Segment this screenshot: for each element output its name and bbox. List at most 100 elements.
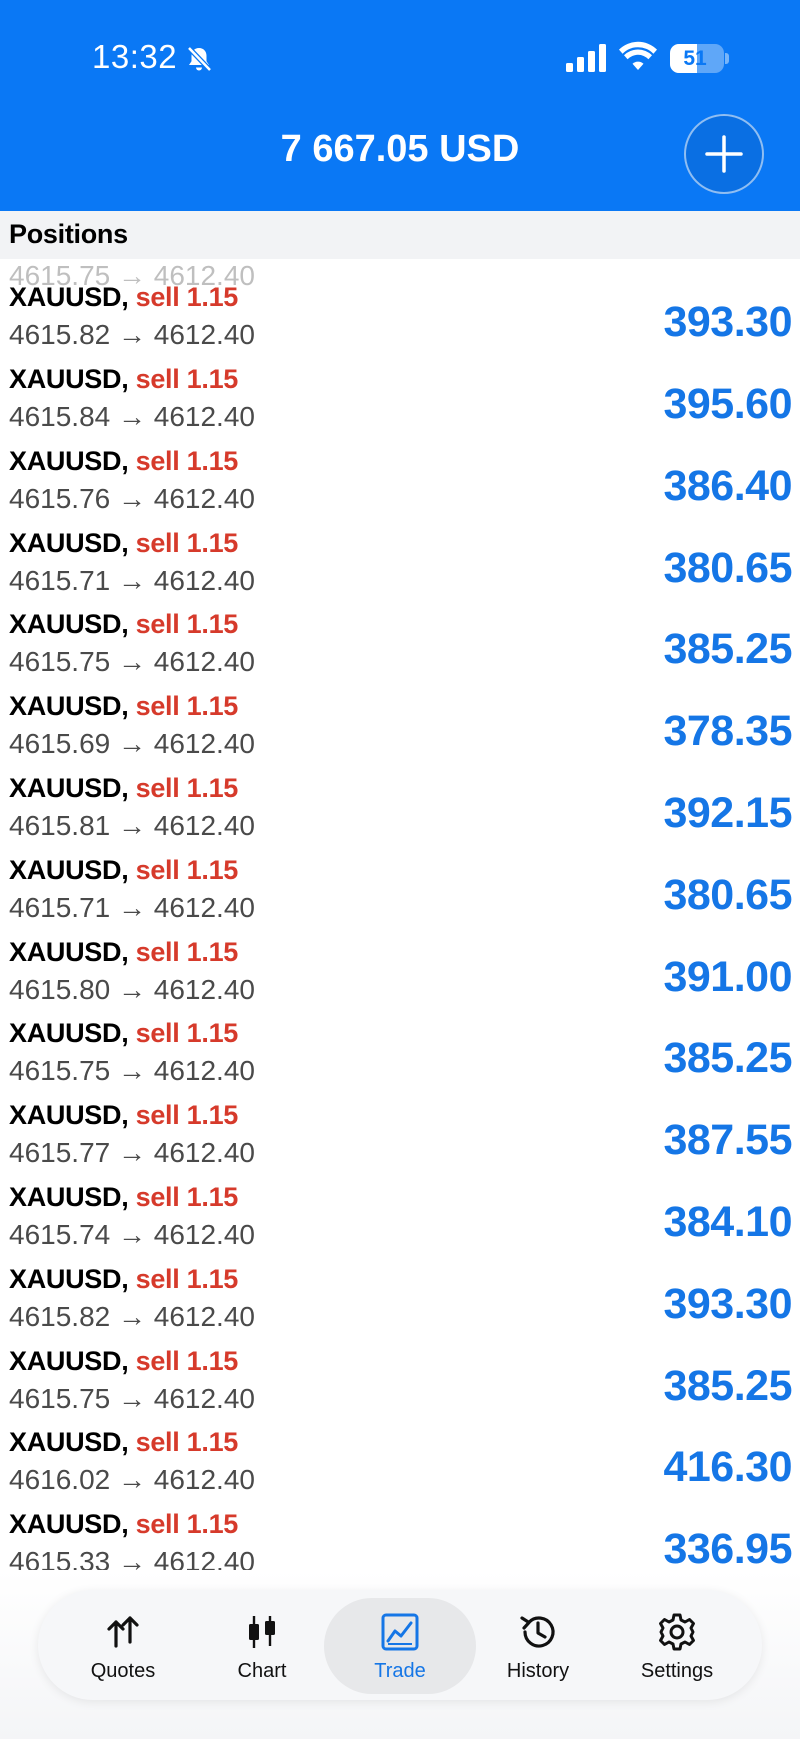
position-profit: 385.25	[663, 625, 792, 673]
position-profit: 393.30	[663, 1280, 792, 1328]
position-side-volume: sell 1.15	[135, 937, 239, 967]
position-side-volume: sell 1.15	[135, 446, 239, 476]
position-row[interactable]: XAUUSD, sell 1.15 4615.71 → 4612.40 380.…	[0, 528, 800, 610]
position-profit: 380.65	[663, 871, 792, 919]
position-side-volume: sell 1.15	[135, 1100, 239, 1130]
positions-list[interactable]: 4615.75 → 4612.40 XAUUSD, sell 1.15 4615…	[0, 203, 800, 1588]
add-order-button[interactable]	[684, 114, 764, 194]
tab-label: Chart	[237, 1660, 287, 1682]
position-side-volume: sell 1.15	[135, 1182, 239, 1212]
position-profit: 380.65	[663, 544, 792, 592]
position-prices: 4615.71 → 4612.40	[9, 892, 255, 923]
position-prices: 4615.74 → 4612.40	[9, 1219, 255, 1250]
tab-settings[interactable]: Settings	[601, 1598, 753, 1694]
status-time: 13:32	[92, 38, 178, 75]
position-side-volume: sell 1.15	[135, 528, 239, 558]
position-profit: 385.25	[663, 1034, 792, 1082]
position-row[interactable]: XAUUSD, sell 1.15 4615.75 → 4612.40 385.…	[0, 1018, 800, 1100]
tab-label: History	[506, 1660, 570, 1682]
position-side-volume: sell 1.15	[135, 609, 239, 639]
plus-icon	[705, 135, 743, 173]
position-side-volume: sell 1.15	[135, 1346, 239, 1376]
position-profit: 378.35	[663, 707, 792, 755]
position-row[interactable]: XAUUSD, sell 1.15 4615.77 → 4612.40 387.…	[0, 1100, 800, 1182]
tab-history[interactable]: History	[462, 1598, 614, 1694]
position-prices: 4615.80 → 4612.40	[9, 974, 255, 1005]
position-prices: 4615.82 → 4612.40	[9, 1301, 255, 1332]
bottom-tab-bar: Quotes Chart Trade History Settings	[38, 1590, 762, 1700]
tab-quotes[interactable]: Quotes	[47, 1598, 199, 1694]
position-symbol: XAUUSD,	[9, 282, 129, 312]
position-row[interactable]: XAUUSD, sell 1.15 4615.75 → 4612.40 385.…	[0, 609, 800, 691]
position-row[interactable]: XAUUSD, sell 1.15 4615.74 → 4612.40 384.…	[0, 1182, 800, 1264]
position-profit: 391.00	[663, 953, 792, 1001]
position-row[interactable]: XAUUSD, sell 1.15 4615.82 → 4612.40 393.…	[0, 1264, 800, 1346]
position-row[interactable]: XAUUSD, sell 1.15 4615.75 → 4612.40 385.…	[0, 1346, 800, 1428]
position-row[interactable]: XAUUSD, sell 1.15 4615.69 → 4612.40 378.…	[0, 691, 800, 773]
position-symbol: XAUUSD,	[9, 1264, 129, 1294]
position-row[interactable]: XAUUSD, sell 1.15 4615.84 → 4612.40 395.…	[0, 364, 800, 446]
position-side-volume: sell 1.15	[135, 691, 239, 721]
gear-icon	[659, 1613, 695, 1651]
tab-chart[interactable]: Chart	[186, 1598, 338, 1694]
quotes-arrows-icon	[107, 1616, 139, 1648]
position-prices: 4615.71 → 4612.40	[9, 565, 255, 596]
position-profit: 416.30	[663, 1443, 792, 1491]
position-profit: 384.10	[663, 1198, 792, 1246]
positions-section-header: Positions	[0, 211, 800, 259]
position-profit: 385.25	[663, 1362, 792, 1410]
position-symbol: XAUUSD,	[9, 1509, 129, 1539]
position-row[interactable]: XAUUSD, sell 1.15 4615.82 → 4612.40 393.…	[0, 282, 800, 364]
position-side-volume: sell 1.15	[135, 1427, 239, 1457]
battery-percent: 51	[683, 47, 707, 70]
trade-chart-icon	[381, 1613, 419, 1651]
position-side-volume: sell 1.15	[135, 1264, 239, 1294]
position-side-volume: sell 1.15	[135, 364, 239, 394]
position-row[interactable]: XAUUSD, sell 1.15 4615.81 → 4612.40 392.…	[0, 773, 800, 855]
position-prices: 4615.75 → 4612.40	[9, 1055, 255, 1086]
position-profit: 395.60	[663, 380, 792, 428]
position-profit: 336.95	[663, 1525, 792, 1573]
position-symbol: XAUUSD,	[9, 1182, 129, 1212]
position-prices: 4615.76 → 4612.40	[9, 483, 255, 514]
position-prices: 4615.82 → 4612.40	[9, 319, 255, 350]
position-profit: 387.55	[663, 1116, 792, 1164]
position-prices: 4615.81 → 4612.40	[9, 810, 255, 841]
position-profit: 393.30	[663, 298, 792, 346]
position-side-volume: sell 1.15	[135, 1509, 239, 1539]
position-symbol: XAUUSD,	[9, 364, 129, 394]
position-prices: 4615.75 → 4612.40	[9, 1383, 255, 1414]
position-symbol: XAUUSD,	[9, 1427, 129, 1457]
position-row[interactable]: XAUUSD, sell 1.15 4616.02 → 4612.40 416.…	[0, 1427, 800, 1509]
position-prices: 4615.75 → 4612.40	[9, 646, 255, 677]
position-prices: 4616.02 → 4612.40	[9, 1464, 255, 1495]
position-prices: 4615.69 → 4612.40	[9, 728, 255, 759]
position-side-volume: sell 1.15	[135, 1018, 239, 1048]
position-symbol: XAUUSD,	[9, 1346, 129, 1376]
tab-label: Quotes	[90, 1660, 156, 1682]
header-bar: 13:32 51 7 667.05 USD	[0, 0, 800, 211]
position-row[interactable]: XAUUSD, sell 1.15 4615.76 → 4612.40 386.…	[0, 446, 800, 528]
bell-slash-icon	[187, 46, 212, 72]
wifi-icon	[619, 41, 657, 70]
position-prices: 4615.84 → 4612.40	[9, 401, 255, 432]
battery-tip	[725, 53, 729, 64]
tab-trade[interactable]: Trade	[324, 1598, 476, 1694]
position-symbol: XAUUSD,	[9, 528, 129, 558]
signal-icon	[566, 44, 606, 72]
position-symbol: XAUUSD,	[9, 1018, 129, 1048]
candlestick-chart-icon	[249, 1616, 275, 1648]
position-profit: 386.40	[663, 462, 792, 510]
battery-icon: 51	[670, 44, 724, 73]
position-side-volume: sell 1.15	[135, 282, 239, 312]
position-side-volume: sell 1.15	[135, 773, 239, 803]
position-row[interactable]: XAUUSD, sell 1.15 4615.71 → 4612.40 380.…	[0, 855, 800, 937]
history-clock-icon	[520, 1616, 555, 1648]
positions-title: Positions	[9, 219, 128, 249]
position-symbol: XAUUSD,	[9, 1100, 129, 1130]
position-symbol: XAUUSD,	[9, 855, 129, 885]
position-symbol: XAUUSD,	[9, 773, 129, 803]
account-balance: 7 667.05 USD	[280, 128, 520, 170]
position-prices: 4615.77 → 4612.40	[9, 1137, 255, 1168]
position-row[interactable]: XAUUSD, sell 1.15 4615.80 → 4612.40 391.…	[0, 937, 800, 1019]
